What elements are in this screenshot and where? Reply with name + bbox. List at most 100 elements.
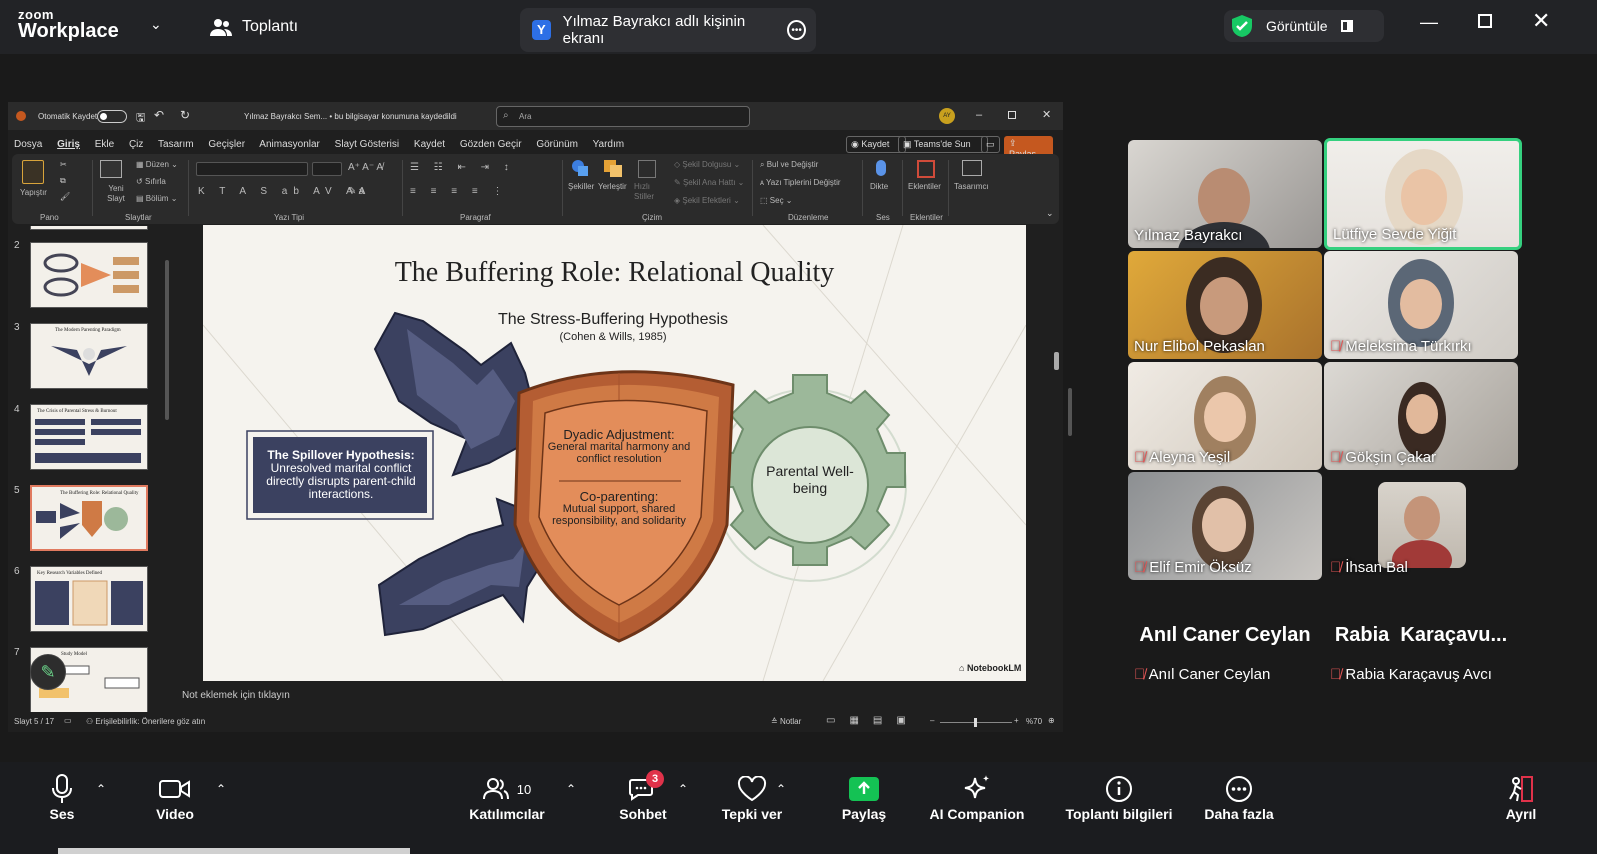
- ai-companion-button[interactable]: AI Companion: [922, 772, 1032, 822]
- copy-icon[interactable]: ⧉: [60, 176, 66, 186]
- fit-slide-icon[interactable]: ⊕: [1048, 716, 1055, 725]
- notes-icon[interactable]: ▭: [64, 716, 72, 725]
- zoom-in-icon[interactable]: +: [1014, 716, 1019, 725]
- menu-yardim[interactable]: Yardım: [593, 139, 625, 150]
- shape-outline-btn[interactable]: ✎ Şekil Ana Hattı ⌄: [674, 178, 744, 187]
- find-replace-btn[interactable]: ⌕ Bul ve Değiştir: [760, 160, 818, 170]
- select-btn[interactable]: ⬚ Seç ⌄: [760, 196, 793, 205]
- notes-toggle[interactable]: ≙ Notlar: [771, 717, 801, 726]
- share-tab[interactable]: Y Yılmaz Bayrakcı adlı kişinin ekranı ••…: [520, 8, 816, 52]
- meeting-info-button[interactable]: Toplantı bilgileri: [1058, 772, 1180, 822]
- react-button[interactable]: Tepki ver: [712, 772, 792, 822]
- layout-btn[interactable]: ▦ Düzen ⌄: [136, 160, 178, 169]
- align-buttons[interactable]: ≡ ≡ ≡ ≡ ⋮: [410, 186, 508, 197]
- menu-giris[interactable]: Giriş: [57, 139, 80, 150]
- participant-no-video-name[interactable]: Anıl Caner Ceylan: [1128, 624, 1322, 647]
- font-format-buttons[interactable]: K T A S ab AV Aa: [198, 186, 370, 197]
- section-btn[interactable]: ▤ Bölüm ⌄: [136, 194, 177, 203]
- menu-slayt-gosterisi[interactable]: Slayt Gösterisi: [335, 139, 399, 150]
- thumb-scrollbar[interactable]: [164, 226, 170, 712]
- minimize-icon[interactable]: —: [1420, 12, 1438, 33]
- document-title[interactable]: Yılmaz Bayrakcı Sem... • bu bilgisayar k…: [244, 112, 457, 121]
- quick-styles-icon[interactable]: [638, 160, 656, 178]
- teams-present-button[interactable]: ▣ Teams'de Sun: [898, 136, 988, 153]
- participant-tile[interactable]: 🎙̸ Meleksima Türkırkı: [1324, 251, 1518, 359]
- participant-tile[interactable]: Nur Elibol Pekaslan: [1128, 251, 1322, 359]
- chat-button[interactable]: 3 Sohbet: [616, 770, 670, 822]
- participant-tile[interactable]: Yılmaz Bayrakcı: [1128, 140, 1322, 248]
- designer-label[interactable]: Tasarımcı: [954, 182, 989, 191]
- zoom-level[interactable]: %70: [1026, 717, 1042, 726]
- notes-placeholder[interactable]: Not eklemek için tıklayın: [182, 690, 290, 701]
- comment-icon[interactable]: ▭: [981, 136, 1000, 153]
- redo-icon[interactable]: ↻: [180, 108, 190, 122]
- arrange-icon[interactable]: [604, 160, 622, 177]
- react-options-caret[interactable]: ⌃: [776, 782, 786, 796]
- participants-button[interactable]: 10 Katılımcılar: [466, 772, 548, 822]
- dictate-label[interactable]: Dikte: [870, 182, 888, 191]
- addins-icon[interactable]: [917, 160, 935, 178]
- highlight-icon[interactable]: ✎ A: [348, 186, 365, 197]
- leave-button[interactable]: Ayrıl: [1496, 772, 1546, 822]
- audio-options-caret[interactable]: ⌃: [96, 782, 106, 796]
- meeting-tab[interactable]: Toplantı: [210, 18, 298, 36]
- arrange-label[interactable]: Yerleştir: [598, 182, 627, 191]
- undo-icon[interactable]: ↶: [154, 108, 164, 122]
- format-painter-icon[interactable]: 🖌: [60, 192, 70, 201]
- menu-tasarim[interactable]: Tasarım: [158, 139, 194, 150]
- close-icon[interactable]: ✕: [1532, 8, 1550, 34]
- menu-gecisler[interactable]: Geçişler: [208, 139, 245, 150]
- slide-scrollbar[interactable]: [1054, 226, 1060, 682]
- slide-thumbnail[interactable]: [30, 242, 148, 308]
- share-screen-button[interactable]: Paylaş: [834, 772, 894, 822]
- video-options-caret[interactable]: ⌃: [216, 782, 226, 796]
- slide-canvas[interactable]: The Buffering Role: Relational Quality T…: [203, 225, 1026, 681]
- participant-tile-active-speaker[interactable]: Lütfiye Sevde Yiğit: [1324, 138, 1522, 250]
- participants-options-caret[interactable]: ⌃: [566, 782, 576, 796]
- slide-thumbnail-active[interactable]: The Buffering Role: Relational Quality: [30, 485, 148, 551]
- ppt-restore-icon[interactable]: [1008, 111, 1016, 119]
- save-icon[interactable]: 🖫: [136, 109, 145, 128]
- audio-button[interactable]: Ses: [40, 772, 84, 822]
- accessibility-status[interactable]: ⚇ Erişilebilirlik: Önerilere göz atın: [86, 717, 205, 726]
- slide-thumbnail[interactable]: The Modern Parenting Paradigm: [30, 323, 148, 389]
- addins-label[interactable]: Eklentiler: [908, 182, 941, 191]
- split-handle[interactable]: [1068, 388, 1072, 436]
- participant-tile[interactable]: 🎙̸ İhsan Bal: [1324, 472, 1518, 580]
- new-slide-icon[interactable]: [100, 160, 122, 178]
- slide-thumbnail[interactable]: [30, 226, 148, 230]
- ppt-close-icon[interactable]: ✕: [1042, 108, 1051, 121]
- new-slide-label[interactable]: Yeni Slayt: [101, 184, 131, 204]
- ppt-search-input[interactable]: ⌕ Ara: [496, 106, 750, 127]
- menu-gozden-gecir[interactable]: Gözden Geçir: [460, 139, 522, 150]
- paste-icon[interactable]: [22, 160, 44, 184]
- cut-icon[interactable]: ✂: [60, 160, 67, 169]
- slide-thumbnail[interactable]: The Crisis of Parental Stress & Burnout: [30, 404, 148, 470]
- user-avatar[interactable]: AY: [939, 108, 955, 124]
- dictate-icon[interactable]: [876, 160, 886, 176]
- participant-tile[interactable]: 🎙̸ Elif Emir Öksüz: [1128, 472, 1322, 580]
- more-options-icon[interactable]: •••: [787, 20, 807, 40]
- zoom-slider[interactable]: [940, 718, 1012, 727]
- menu-ciz[interactable]: Çiz: [129, 139, 143, 150]
- replace-fonts-btn[interactable]: ᴀ Yazı Tiplerini Değiştir: [760, 178, 841, 187]
- more-button[interactable]: Daha fazla: [1198, 772, 1280, 822]
- shape-effects-btn[interactable]: ◈ Şekil Efektleri ⌄: [674, 196, 740, 205]
- autosave-toggle[interactable]: [97, 110, 127, 123]
- chat-options-caret[interactable]: ⌃: [678, 782, 688, 796]
- view-buttons[interactable]: ▭▦▤▣: [826, 715, 920, 726]
- designer-icon[interactable]: [962, 160, 982, 176]
- chevron-down-icon[interactable]: ⌄: [150, 16, 162, 33]
- font-size-input[interactable]: [312, 162, 342, 176]
- video-button[interactable]: Video: [150, 772, 200, 822]
- menu-animasyonlar[interactable]: Animasyonlar: [259, 139, 320, 150]
- list-buttons[interactable]: ☰ ☷ ⇤ ⇥ ↕: [410, 162, 515, 173]
- slide-thumbnail[interactable]: Key Research Variables Defined: [30, 566, 148, 632]
- view-button[interactable]: Görüntüle: [1224, 10, 1384, 42]
- font-name-input[interactable]: [196, 162, 308, 176]
- font-grow-icon[interactable]: A⁺ A⁻ A̸: [348, 162, 383, 173]
- shapes-icon[interactable]: [572, 160, 590, 176]
- ppt-minimize-icon[interactable]: –: [976, 109, 982, 121]
- shapes-label[interactable]: Şekiller: [568, 182, 594, 191]
- quick-styles-label[interactable]: Hızlı Stiller: [634, 182, 664, 202]
